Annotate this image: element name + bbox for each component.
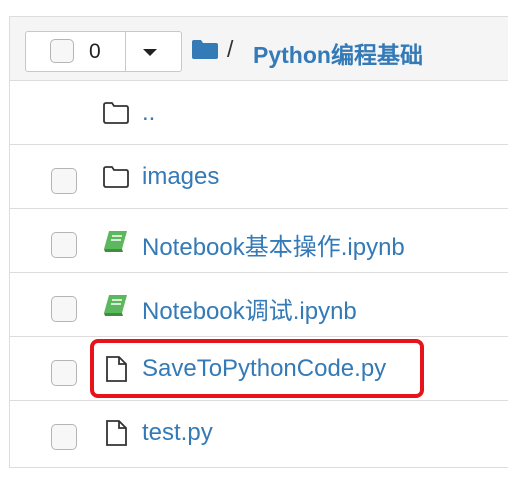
file-link[interactable]: Notebook基本操作.ipynb xyxy=(142,227,405,262)
select-dropdown-group: 0 xyxy=(25,31,182,72)
file-link[interactable]: .. xyxy=(142,99,155,127)
row-checkbox[interactable] xyxy=(51,232,77,258)
breadcrumb-separator: / xyxy=(227,36,234,62)
row-checkbox[interactable] xyxy=(51,424,77,450)
list-item-parent[interactable]: .. xyxy=(10,81,508,145)
select-menu-toggle[interactable] xyxy=(126,32,181,71)
row-checkbox[interactable] xyxy=(51,296,77,322)
select-all-checkbox[interactable] xyxy=(50,39,74,63)
file-link[interactable]: SaveToPythonCode.py xyxy=(142,355,386,383)
file-link[interactable]: images xyxy=(142,163,219,191)
file-link[interactable]: test.py xyxy=(142,419,213,447)
row-checkbox[interactable] xyxy=(51,360,77,386)
list-item-file[interactable]: SaveToPythonCode.py xyxy=(10,337,508,401)
list-item-file[interactable]: test.py xyxy=(10,401,508,465)
file-list-header: 0 / Python编程基础 xyxy=(10,17,508,81)
folder-icon xyxy=(103,102,129,124)
selected-count: 0 xyxy=(89,40,101,63)
file-link[interactable]: Notebook调试.ipynb xyxy=(142,291,357,326)
select-all-button[interactable]: 0 xyxy=(26,32,126,71)
notebook-icon xyxy=(104,231,127,252)
breadcrumb-current-folder[interactable]: Python编程基础 xyxy=(253,36,423,70)
notebook-icon xyxy=(104,295,127,316)
caret-down-icon xyxy=(143,49,157,56)
list-item-images[interactable]: images xyxy=(10,145,508,209)
folder-icon[interactable] xyxy=(191,39,219,60)
file-icon xyxy=(106,356,127,382)
file-browser-panel: 0 / Python编程基础 .. images Notebook基本操作.ip… xyxy=(9,16,508,468)
list-item-notebook[interactable]: Notebook调试.ipynb xyxy=(10,273,508,337)
row-checkbox[interactable] xyxy=(51,168,77,194)
folder-icon xyxy=(103,166,129,188)
list-item-notebook[interactable]: Notebook基本操作.ipynb xyxy=(10,209,508,273)
file-icon xyxy=(106,420,127,446)
